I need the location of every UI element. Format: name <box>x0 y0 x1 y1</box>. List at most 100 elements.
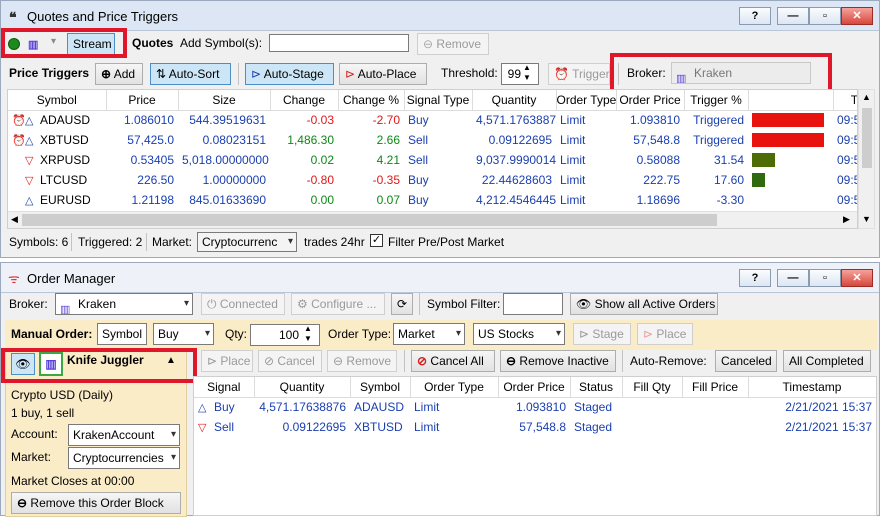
quotes-col-header[interactable]: Ti <box>833 90 857 111</box>
vscroll-thumb[interactable] <box>862 108 872 168</box>
quotes-titlebar[interactable]: ❝ Quotes and Price Triggers ? — ▫ ✕ <box>1 1 879 31</box>
minimize-icon[interactable]: — <box>777 7 809 25</box>
all-completed-button[interactable]: All Completed <box>783 350 871 372</box>
help-button[interactable]: ? <box>739 269 771 287</box>
orders-col-header[interactable]: Order Type <box>410 377 499 398</box>
triggers-vscrollbar[interactable]: ▲ ▼ <box>858 89 875 229</box>
cancel-all-button[interactable]: ⊘ Cancel All <box>411 350 495 372</box>
trades-label: trades 24hr <box>304 235 365 249</box>
add-symbols-input[interactable] <box>269 34 409 52</box>
trigger-bar-cell <box>748 170 833 190</box>
connected-button[interactable]: ⏻ Connected <box>201 293 285 315</box>
symbol-filter-input[interactable] <box>503 293 563 315</box>
manual-symbol-input[interactable]: Symbol <box>97 323 147 345</box>
trigger-button[interactable]: ⏰ Trigger <box>548 63 610 85</box>
close-icon[interactable]: ✕ <box>841 269 873 287</box>
place-button[interactable]: ⊳ Place <box>637 323 693 345</box>
trigger-row[interactable]: ▽ XRPUSD 0.53405 5,018.00000000 0.02 4.21 Sell… <box>8 150 857 170</box>
triggered-count: Triggered: 2 <box>78 235 143 249</box>
hscroll-thumb[interactable] <box>22 214 717 226</box>
quantity-cell: 9,037.99900148 <box>476 153 556 167</box>
threshold-input[interactable]: 99 <box>501 63 539 85</box>
orders-col-header[interactable]: Fill Qty <box>622 377 683 398</box>
scroll-right-icon[interactable]: ▶ <box>843 214 850 225</box>
add-trigger-label: Add <box>113 67 136 81</box>
auto-place-button[interactable]: ⊳ Auto-Place <box>339 63 427 85</box>
trigger-row[interactable]: ▽ LTCUSD 226.50 1.00000000 -0.80 -0.35 Buy 22.4… <box>8 170 857 190</box>
maximize-icon[interactable]: ▫ <box>809 7 841 25</box>
order-titlebar[interactable]: ᯤ Order Manager ? — ▫ ✕ <box>1 263 879 293</box>
scroll-left-icon[interactable]: ◀ <box>11 214 18 225</box>
orders-col-header[interactable]: Order Price <box>498 377 571 398</box>
quotes-col-header[interactable]: Signal Type <box>404 90 473 111</box>
trigger-row[interactable]: △ EURUSD 1.21198 845.01633690 0.00 0.07 Buy 4,2… <box>8 190 857 210</box>
market-select[interactable]: Cryptocurrenc <box>197 232 297 252</box>
remove-symbol-button[interactable]: ⊖ Remove <box>417 33 489 55</box>
qty-spinner-icon[interactable]: ▲ ▼ <box>304 324 312 344</box>
quantity-cell: 0.09122695 <box>488 133 552 147</box>
change-cell: 0.02 <box>310 153 334 167</box>
quotes-col-header[interactable]: Order Type <box>556 90 617 111</box>
quotes-col-header[interactable]: Trigger % <box>684 90 749 111</box>
trigger-row[interactable]: ⏰△ XBTUSD 57,425.0 0.08023151 1,486.30 2.66 Se… <box>8 130 857 150</box>
quotes-col-header[interactable]: Change % <box>338 90 405 111</box>
maximize-icon[interactable]: ▫ <box>809 269 841 287</box>
connected-label: Connected <box>219 297 278 311</box>
filter-checkbox[interactable]: ✓ <box>370 234 383 247</box>
quotes-col-header[interactable]: Size <box>178 90 271 111</box>
orders-col-header[interactable]: Status <box>570 377 623 398</box>
place-selected-button[interactable]: ⊳ Place <box>201 350 253 372</box>
scroll-down-icon[interactable]: ▼ <box>862 214 871 224</box>
cancel-icon: ⊘ <box>264 354 275 368</box>
minimize-icon[interactable]: — <box>777 269 809 287</box>
orders-col-header[interactable]: Signal <box>194 377 255 398</box>
quotes-col-header[interactable]: Order Price <box>616 90 685 111</box>
triangle-up-icon: △ <box>198 402 207 415</box>
quotes-col-header[interactable]: Symbol <box>8 90 107 111</box>
canceled-button[interactable]: Canceled <box>715 350 777 372</box>
change-cell: -0.03 <box>306 113 334 128</box>
add-trigger-button[interactable]: ⊕ Add <box>95 63 143 85</box>
auto-sort-button[interactable]: ⇅ Auto-Sort <box>150 63 231 85</box>
order-type-cell: Limit <box>560 193 586 207</box>
remove-order-block-button[interactable]: ⊖ Remove this Order Block <box>11 492 181 514</box>
eye-icon: 👁 <box>576 297 592 311</box>
order-type-cell: Limit <box>560 133 586 147</box>
order-row[interactable]: ▽ Sell 0.09122695 XBTUSD Limit 57,548.8 Staged… <box>194 417 876 437</box>
quotes-col-header[interactable]: Change <box>270 90 339 111</box>
orders-col-header[interactable]: Symbol <box>350 377 411 398</box>
quotes-col-header[interactable] <box>748 90 834 111</box>
signal-cell: Buy <box>408 173 429 187</box>
quotes-window-title: Quotes and Price Triggers <box>27 9 179 24</box>
threshold-spinner-icon[interactable]: ▲ ▼ <box>523 63 531 83</box>
close-icon[interactable]: ✕ <box>841 7 873 25</box>
cancel-button[interactable]: ⊘ Cancel <box>258 350 322 372</box>
configure-button[interactable]: ⚙ Configure ... <box>291 293 385 315</box>
quantity-cell: 4,571.17638876 <box>476 113 556 128</box>
configure-label: Configure ... <box>311 297 377 311</box>
refresh-button[interactable]: ⟳ <box>391 293 413 315</box>
quotes-col-header[interactable]: Quantity <box>472 90 557 111</box>
show-all-orders-button[interactable]: 👁 Show all Active Orders <box>570 293 718 315</box>
manual-side-select[interactable]: Buy <box>153 323 214 345</box>
order-type-select[interactable]: Market <box>393 323 465 345</box>
orders-col-header[interactable]: Quantity <box>254 377 351 398</box>
stage-button[interactable]: ⊳ Stage <box>573 323 631 345</box>
block-market-select[interactable]: Cryptocurrencies <box>68 447 180 469</box>
triggers-hscrollbar[interactable]: ◀ ▶ <box>8 211 857 228</box>
orders-col-header[interactable]: Fill Price <box>682 377 749 398</box>
quotes-col-header[interactable]: Price <box>106 90 179 111</box>
order-row[interactable]: △ Buy 4,571.17638876 ADAUSD Limit 1.093810 Sta… <box>194 397 876 417</box>
orders-col-header[interactable]: Timestamp <box>748 377 876 398</box>
change-pct-cell: 0.07 <box>376 193 400 207</box>
trigger-row[interactable]: ⏰△ ADAUSD 1.086010 544.39519631 -0.03 -2.70 Bu… <box>8 110 857 130</box>
market-type-select[interactable]: US Stocks <box>473 323 565 345</box>
symbol-label: XBTUSD <box>40 133 89 147</box>
remove-inactive-button[interactable]: ⊖ Remove Inactive <box>500 350 616 372</box>
auto-stage-button[interactable]: ⊳ Auto-Stage <box>245 63 334 85</box>
remove-button[interactable]: ⊖ Remove <box>327 350 397 372</box>
help-button[interactable]: ? <box>739 7 771 25</box>
scroll-up-icon[interactable]: ▲ <box>862 92 871 102</box>
om-broker-select[interactable]: ▥ Kraken <box>55 293 193 315</box>
account-select[interactable]: KrakenAccount <box>68 424 180 446</box>
